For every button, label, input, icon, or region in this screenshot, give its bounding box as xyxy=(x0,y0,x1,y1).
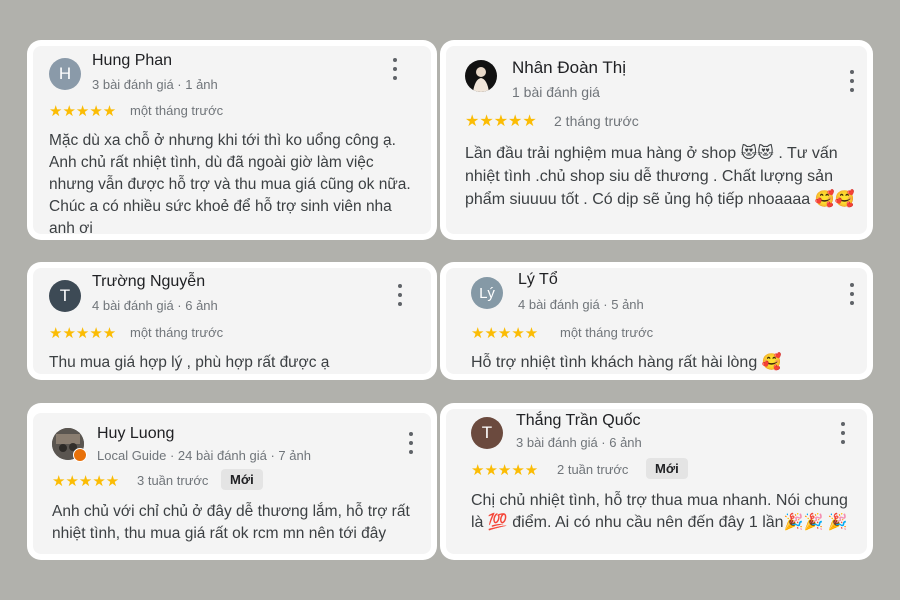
reviewer-name[interactable]: Nhân Đoàn Thị xyxy=(512,58,626,78)
review-card-body: Huy Luong Local Guide · 24 bài đánh giá … xyxy=(33,413,431,554)
avatar[interactable]: T xyxy=(49,280,81,312)
reviewer-name[interactable]: Thắng Trần Quốc xyxy=(516,412,641,430)
review-card-body: H Hung Phan 3 bài đánh giá · 1 ảnh ★★★★★… xyxy=(33,46,431,237)
review-card-body: Nhân Đoàn Thị 1 bài đánh giá ★★★★★ 2 thá… xyxy=(446,46,867,234)
more-options-icon[interactable] xyxy=(396,284,404,306)
reviewer-meta: 3 bài đánh giá · 6 ảnh xyxy=(516,435,642,450)
reviewer-name[interactable]: Huy Luong xyxy=(97,425,174,443)
review-card-body: T Trường Nguyễn 4 bài đánh giá · 6 ảnh ★… xyxy=(33,268,431,374)
star-rating: ★★★★★ xyxy=(471,325,539,342)
profile-photo-icon xyxy=(473,67,489,92)
star-rating: ★★★★★ xyxy=(49,325,117,342)
avatar[interactable] xyxy=(465,60,497,92)
avatar[interactable]: H xyxy=(49,58,81,90)
review-card-body: T Thắng Trần Quốc 3 bài đánh giá · 6 ảnh… xyxy=(446,409,867,554)
review-card: Lý Lý Tổ 4 bài đánh giá · 5 ảnh ★★★★★ mộ… xyxy=(440,262,873,380)
review-card: T Thắng Trần Quốc 3 bài đánh giá · 6 ảnh… xyxy=(440,403,873,560)
review-text: Chị chủ nhiệt tình, hỗ trợ thua mua nhan… xyxy=(471,492,848,531)
reviewer-meta: Local Guide · 24 bài đánh giá · 7 ảnh xyxy=(97,448,311,463)
more-options-icon[interactable] xyxy=(839,422,847,444)
review-time: 3 tuần trước xyxy=(137,473,209,488)
more-options-icon[interactable] xyxy=(407,432,415,454)
reviewer-meta: 3 bài đánh giá · 1 ảnh xyxy=(92,77,218,92)
review-time: một tháng trước xyxy=(130,103,224,118)
review-card: H Hung Phan 3 bài đánh giá · 1 ảnh ★★★★★… xyxy=(27,40,437,240)
star-rating: ★★★★★ xyxy=(52,473,120,490)
review-text: Lần đầu trải nghiệm mua hàng ở shop 😻😻 .… xyxy=(465,145,855,208)
avatar[interactable]: Lý xyxy=(471,277,503,309)
local-guide-badge-icon xyxy=(73,448,87,462)
new-badge: Mới xyxy=(646,458,688,479)
more-options-icon[interactable] xyxy=(848,70,856,92)
review-text: Thu mua giá hợp lý , phù hợp rất được ạ xyxy=(49,354,330,371)
reviewer-meta: 4 bài đánh giá · 5 ảnh xyxy=(518,297,644,312)
review-card: Huy Luong Local Guide · 24 bài đánh giá … xyxy=(27,403,437,560)
reviewer-name[interactable]: Trường Nguyễn xyxy=(92,273,205,291)
review-time: một tháng trước xyxy=(130,325,224,340)
reviewer-meta: 1 bài đánh giá xyxy=(512,84,600,100)
review-card: T Trường Nguyễn 4 bài đánh giá · 6 ảnh ★… xyxy=(27,262,437,380)
review-time: 2 tháng trước xyxy=(554,113,639,129)
more-options-icon[interactable] xyxy=(391,58,399,80)
avatar[interactable]: T xyxy=(471,417,503,449)
star-rating: ★★★★★ xyxy=(49,103,117,120)
review-time: một tháng trước xyxy=(560,325,654,340)
reviewer-name[interactable]: Lý Tổ xyxy=(518,271,558,289)
star-rating: ★★★★★ xyxy=(465,113,537,130)
new-badge: Mới xyxy=(221,469,263,490)
star-rating: ★★★★★ xyxy=(471,462,539,479)
review-time: 2 tuần trước xyxy=(557,462,629,477)
review-text: Anh chủ với chỉ chủ ở đây dễ thương lắm,… xyxy=(52,503,410,542)
reviewer-name[interactable]: Hung Phan xyxy=(92,52,172,70)
reviewer-meta: 4 bài đánh giá · 6 ảnh xyxy=(92,298,218,313)
review-text: Mặc dù xa chỗ ở nhưng khi tới thì ko uổn… xyxy=(49,132,411,237)
review-card: Nhân Đoàn Thị 1 bài đánh giá ★★★★★ 2 thá… xyxy=(440,40,873,240)
review-text: Hỗ trợ nhiệt tình khách hàng rất hài lòn… xyxy=(471,354,782,371)
review-card-body: Lý Lý Tổ 4 bài đánh giá · 5 ảnh ★★★★★ mộ… xyxy=(446,268,867,374)
more-options-icon[interactable] xyxy=(848,283,856,305)
